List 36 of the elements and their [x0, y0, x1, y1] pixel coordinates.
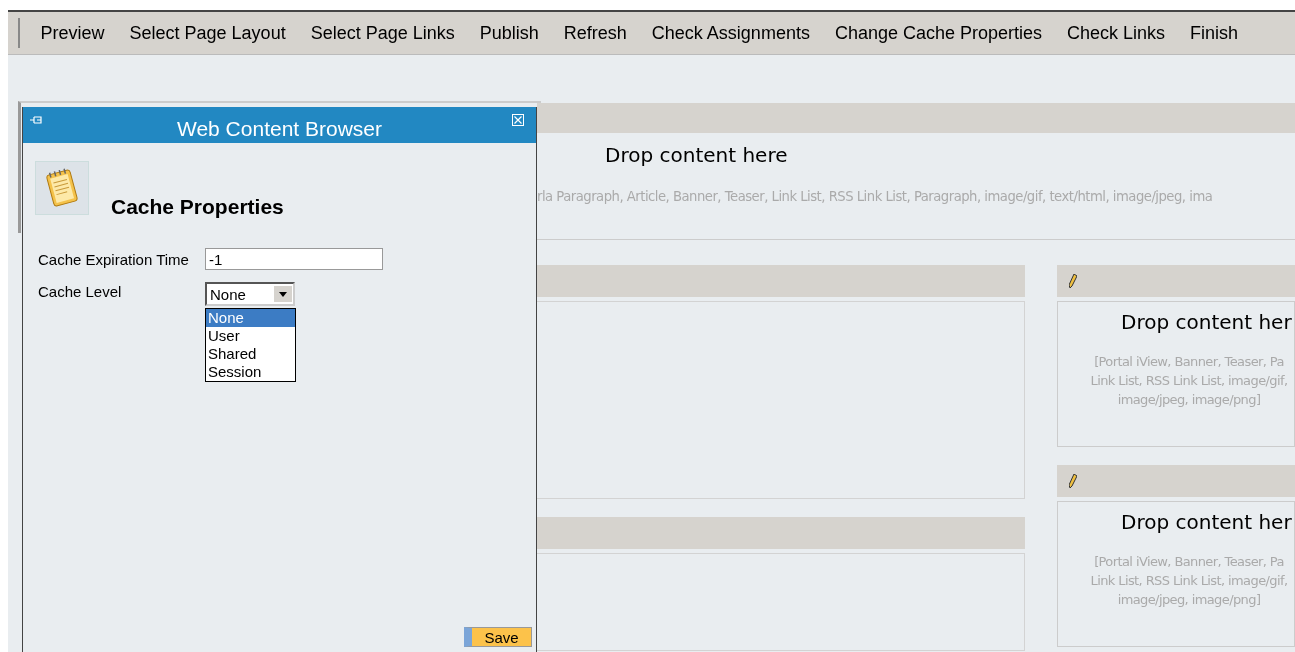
field-label: Cache Level	[38, 282, 123, 302]
field-label: Cache Expiration Time	[38, 250, 190, 270]
save-button[interactable]: Save	[464, 627, 532, 647]
drop-zone-title: Drop content her	[1121, 310, 1292, 334]
dropdown-option[interactable]: User	[206, 327, 295, 345]
pin-icon[interactable]	[29, 115, 43, 125]
toolbar-button[interactable]: Select Page Links	[298, 22, 468, 44]
caret-icon	[279, 291, 287, 297]
dropdown-option[interactable]: Session	[206, 363, 295, 381]
dropdown-option[interactable]: Shared	[206, 345, 295, 363]
dropdown-option[interactable]: None	[206, 309, 295, 327]
accepted-types: rla Paragraph, Article, Banner, Teaser, Link List, RSS Link List, Paragraph, image/gif, text/html, image/jpeg, ima	[537, 189, 1213, 204]
accepted-types: [Portal iView, Banner, Teaser, Pa	[1094, 353, 1284, 371]
toolbar-button[interactable]: Select Page Layout	[117, 22, 299, 44]
dialog-heading: Cache Properties	[111, 195, 284, 219]
accepted-types: [Portal iView, Banner, Teaser, Pa	[1094, 553, 1284, 571]
close-icon[interactable]	[512, 114, 524, 126]
accepted-types: Link List, RSS Link List, image/gif,	[1090, 372, 1288, 390]
toolbar-button[interactable]: Publish	[467, 22, 552, 44]
drop-zone-title: Drop content here	[605, 143, 788, 167]
notepad-icon	[35, 161, 89, 215]
drop-zone-title: Drop content her	[1121, 510, 1292, 534]
accepted-types: image/jpeg, image/png]	[1117, 391, 1261, 409]
dropdown[interactable]: None	[205, 282, 295, 306]
input-field[interactable]: -1	[205, 248, 383, 270]
pencil-icon[interactable]	[1069, 274, 1077, 288]
toolbar-button[interactable]: Refresh	[551, 22, 640, 44]
toolbar-button[interactable]: Check Links	[1054, 22, 1178, 44]
accepted-types: image/jpeg, image/png]	[1117, 591, 1261, 609]
accepted-types: Link List, RSS Link List, image/gif,	[1090, 572, 1288, 590]
toolbar-button[interactable]: Check Assignments	[639, 22, 823, 44]
pencil-icon[interactable]	[1069, 474, 1077, 488]
dialog-title: Web Content Browser	[176, 117, 382, 142]
toolbar-button[interactable]: Change Cache Properties	[822, 22, 1055, 44]
toolbar-button[interactable]: Finish	[1177, 22, 1251, 44]
toolbar-button[interactable]: Preview	[28, 22, 118, 44]
